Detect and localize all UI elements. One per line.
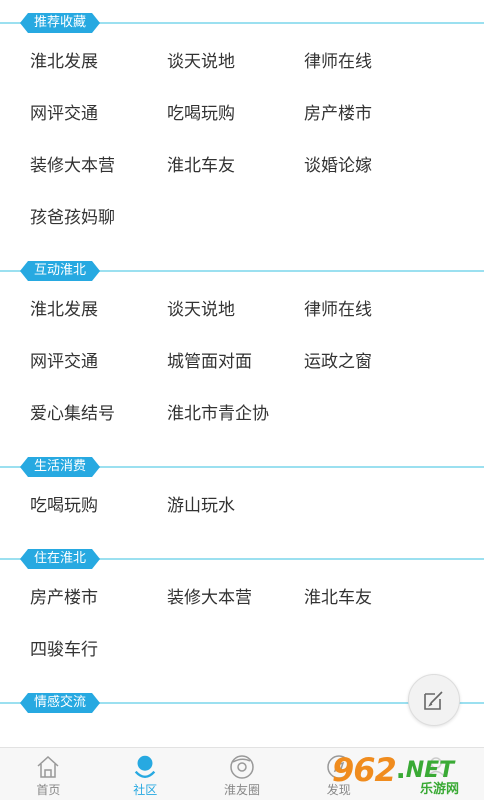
category-section: 住在淮北房产楼市 装修大本营 淮北车友四骏车行 (0, 546, 484, 676)
watermark-subtitle: 乐游网 (420, 782, 460, 797)
forum-link[interactable]: 城管面对面 (167, 336, 304, 388)
forum-link[interactable]: 淮北发展 (30, 36, 167, 88)
forum-link[interactable]: 房产楼市 (30, 572, 167, 624)
forum-link[interactable]: 装修大本营 (167, 572, 304, 624)
community-icon (131, 753, 159, 781)
forum-link[interactable]: 吃喝玩购 (30, 480, 167, 532)
section-title: 推荐收藏 (20, 13, 100, 33)
tab-friends-circle[interactable]: 淮友圈 (194, 748, 291, 800)
watermark-number: 962 (332, 751, 397, 789)
forum-link[interactable]: 游山玩水 (167, 480, 304, 532)
forum-grid: 吃喝玩购 游山玩水 (0, 480, 484, 532)
forum-link[interactable]: 网评交通 (30, 88, 167, 140)
forum-grid: 房产楼市 装修大本营 淮北车友四骏车行 (0, 572, 484, 676)
section-title: 互动淮北 (20, 261, 100, 281)
home-icon (34, 753, 62, 781)
section-header: 生活消费 (0, 454, 484, 480)
friends-circle-icon (228, 753, 256, 781)
forum-link[interactable]: 运政之窗 (304, 336, 441, 388)
forum-link[interactable]: 房产楼市 (304, 88, 441, 140)
tab-label: 首页 (36, 783, 61, 797)
forum-link[interactable]: 谈天说地 (167, 36, 304, 88)
forum-link[interactable]: 装修大本营 (30, 140, 167, 192)
forum-link[interactable]: 律师在线 (304, 36, 441, 88)
category-section: 互动淮北淮北发展 谈天说地 律师在线网评交通 城管面对面 运政之窗爱心集结号 淮北市青企协 (0, 258, 484, 440)
forum-link[interactable]: 淮北发展 (30, 284, 167, 336)
edit-icon (424, 691, 443, 710)
tab-community[interactable]: 社区 (97, 748, 194, 800)
forum-link[interactable]: 谈天说地 (167, 284, 304, 336)
tab-home[interactable]: 首页 (0, 748, 97, 800)
tab-label: 社区 (133, 783, 158, 797)
section-header: 住在淮北 (0, 546, 484, 572)
forum-link[interactable]: 四骏车行 (30, 624, 167, 676)
section-title: 生活消费 (20, 457, 100, 477)
forum-link[interactable]: 淮北车友 (304, 572, 441, 624)
site-watermark-logo: 962 . NET 乐游网 (332, 740, 484, 800)
forum-link[interactable]: 吃喝玩购 (167, 88, 304, 140)
section-title: 住在淮北 (20, 549, 100, 569)
forum-link[interactable]: 爱心集结号 (30, 388, 167, 440)
tab-label: 淮友圈 (223, 783, 260, 797)
forum-link[interactable]: 网评交通 (30, 336, 167, 388)
compose-post-button[interactable] (408, 674, 460, 726)
category-section: 推荐收藏淮北发展 谈天说地 律师在线网评交通 吃喝玩购 房产楼市装修大本营 淮北车友 谈婚论… (0, 10, 484, 244)
section-title: 情感交流 (20, 693, 100, 713)
forum-link[interactable]: 淮北车友 (167, 140, 304, 192)
forum-link[interactable]: 谈婚论嫁 (304, 140, 441, 192)
section-header: 推荐收藏 (0, 10, 484, 36)
section-header: 互动淮北 (0, 258, 484, 284)
forum-grid: 淮北发展 谈天说地 律师在线网评交通 城管面对面 运政之窗爱心集结号 淮北市青企协 (0, 284, 484, 440)
forum-link[interactable]: 淮北市青企协 (167, 388, 304, 440)
category-section: 生活消费吃喝玩购 游山玩水 (0, 454, 484, 532)
forum-grid: 淮北发展 谈天说地 律师在线网评交通 吃喝玩购 房产楼市装修大本营 淮北车友 谈婚论嫁孩爸孩… (0, 36, 484, 244)
watermark-dot: . (395, 755, 406, 785)
forum-category-list: 推荐收藏 淮北发展 谈天说地 律师在线 网评交通 吃喝玩购 房产楼市 装修大本营 淮北车友 谈婚论… (0, 0, 484, 747)
forum-link[interactable]: 孩爸孩妈聊 (30, 192, 167, 244)
forum-link[interactable]: 律师在线 (304, 284, 441, 336)
